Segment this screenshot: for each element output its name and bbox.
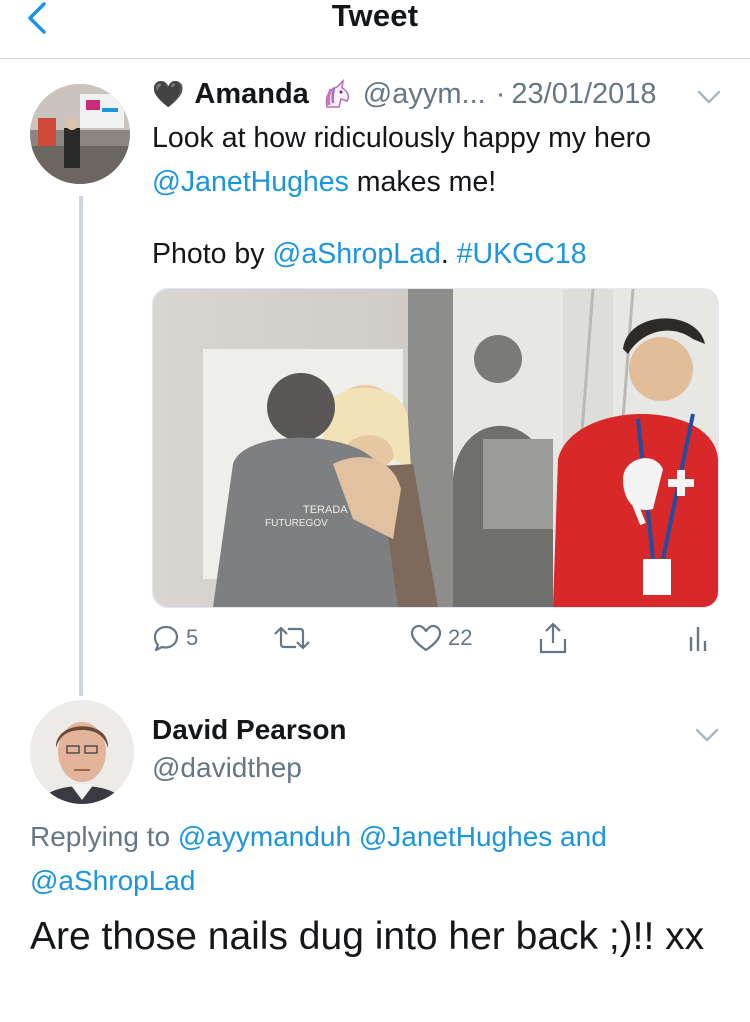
analytics-action[interactable] (688, 618, 712, 658)
tweet-photo[interactable]: FUTUREGOV TERADA (152, 288, 719, 608)
mention-link[interactable]: @aShropLad (30, 865, 195, 896)
tweet-text: Look at how ridiculously happy my hero @… (152, 116, 732, 204)
date-separator: · (495, 78, 506, 110)
mention-link[interactable]: @ayymanduh (178, 821, 351, 852)
reply-icon (153, 625, 179, 652)
black-heart-emoji: 🖤 (152, 79, 185, 109)
reply-action[interactable]: 5 (152, 618, 198, 658)
retweet-action[interactable] (272, 618, 312, 658)
heart-icon (410, 624, 442, 652)
replying-to-label: Replying to (30, 821, 178, 852)
tweet-text-fragment: makes me! (348, 166, 497, 198)
like-action[interactable]: 22 (410, 618, 472, 658)
replying-to: Replying to @ayymanduh @JanetHughes and … (30, 815, 730, 903)
mention-link[interactable]: @JanetHughes (359, 821, 552, 852)
share-action[interactable] (538, 618, 568, 658)
page-title: Tweet (331, 0, 419, 33)
tweet-text-fragment: Photo by (152, 238, 273, 270)
like-count: 22 (448, 625, 473, 650)
chevron-down-icon[interactable] (694, 86, 724, 108)
hashtag-link[interactable]: #UKGC18 (457, 238, 587, 270)
reply-author-name[interactable]: David Pearson (152, 714, 347, 746)
svg-text:TERADA: TERADA (303, 504, 348, 516)
mention-link[interactable]: @JanetHughes (152, 166, 349, 198)
share-icon (539, 622, 567, 654)
reply-count: 5 (186, 625, 199, 650)
avatar[interactable] (30, 700, 134, 804)
and-link[interactable]: and (552, 821, 607, 852)
unicorn-icon (325, 78, 349, 108)
tweet-text-line: Look at how ridiculously happy my hero (152, 122, 652, 154)
svg-text:FUTUREGOV: FUTUREGOV (265, 518, 328, 529)
mention-link[interactable]: @aShropLad (272, 238, 440, 270)
tweet-text-fragment: . (440, 238, 449, 270)
tweet-credit: Photo by @aShropLad. #UKGC18 (152, 232, 732, 276)
author-handle[interactable]: @ayym... (363, 78, 486, 111)
analytics-icon (689, 627, 707, 651)
avatar[interactable] (30, 84, 130, 184)
thread-line (79, 196, 83, 696)
header-divider (0, 58, 750, 59)
author-name[interactable]: Amanda (194, 78, 308, 111)
retweet-icon (274, 626, 310, 650)
reply-author-handle[interactable]: @davidthep (152, 752, 302, 784)
tweet-date: 23/01/2018 (511, 78, 657, 110)
reply-text: Are those nails dug into her back ;)!! x… (30, 915, 705, 958)
chevron-down-icon[interactable] (692, 724, 722, 746)
